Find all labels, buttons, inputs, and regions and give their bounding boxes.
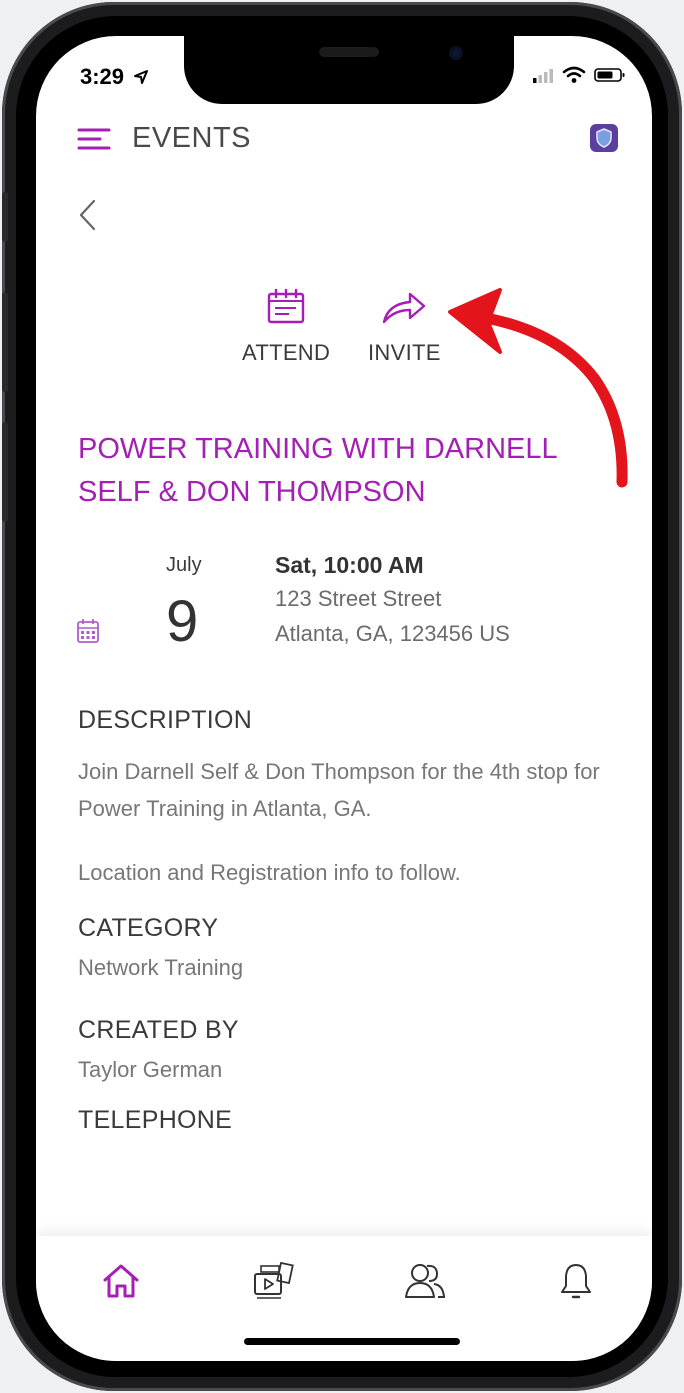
invite-label: INVITE [368, 340, 441, 365]
calendar-icon [77, 619, 99, 643]
volume-up-button [2, 292, 8, 392]
bell-icon [561, 1264, 591, 1299]
app-header: EVENTS [76, 122, 251, 155]
hamburger-menu-icon[interactable] [76, 126, 112, 152]
event-time: Sat, 10:00 AM [275, 552, 424, 578]
category-value: Network Training [78, 955, 244, 980]
signal-icon [533, 69, 553, 83]
telephone-heading: TELEPHONE [78, 1106, 233, 1134]
phone-frame: 3:29 EVENTS ATTEND INVITE POWER TRAINING… [2, 2, 682, 1391]
speaker [319, 47, 379, 57]
tab-notifications[interactable] [551, 1256, 601, 1306]
created-by-heading: CREATED BY [78, 1016, 239, 1044]
description-followup: Location and Registration info to follow… [78, 860, 461, 885]
wifi-icon [562, 66, 586, 83]
attend-button[interactable]: ATTEND [242, 288, 330, 366]
media-icon [254, 1261, 294, 1299]
back-chevron-icon[interactable] [76, 198, 100, 232]
event-address-line1: 123 Street Street [275, 586, 442, 611]
location-icon [134, 70, 149, 84]
status-time: 3:29 [80, 64, 149, 90]
shield-badge-icon[interactable] [590, 124, 618, 152]
event-address-line2: Atlanta, GA, 123456 US [275, 621, 510, 646]
app-screen: 3:29 EVENTS ATTEND INVITE POWER TRAINING… [36, 36, 652, 1361]
event-day: 9 [166, 589, 199, 654]
silent-switch [2, 192, 8, 242]
ticket-calendar-icon [267, 288, 305, 324]
created-by-value: Taylor German [78, 1057, 223, 1082]
category-heading: CATEGORY [78, 914, 219, 942]
home-icon [103, 1264, 139, 1298]
invite-button[interactable]: INVITE [368, 288, 441, 366]
tab-home[interactable] [96, 1256, 146, 1306]
status-icons [532, 66, 626, 84]
home-indicator [244, 1338, 460, 1345]
description-heading: DESCRIPTION [78, 706, 253, 734]
camera [449, 46, 463, 60]
notch [184, 36, 514, 104]
event-title: POWER TRAINING WITH DARNELL SELF & DON T… [78, 433, 557, 508]
page-title: EVENTS [132, 122, 252, 154]
tab-people[interactable] [400, 1256, 450, 1306]
volume-down-button [2, 422, 8, 522]
description-text: Join Darnell Self & Don Thompson for the… [78, 759, 600, 821]
battery-icon [594, 68, 625, 82]
tab-media[interactable] [248, 1256, 298, 1306]
event-month: July [166, 554, 202, 576]
attend-label: ATTEND [242, 340, 331, 365]
people-icon [405, 1264, 446, 1298]
share-arrow-icon [383, 292, 426, 324]
